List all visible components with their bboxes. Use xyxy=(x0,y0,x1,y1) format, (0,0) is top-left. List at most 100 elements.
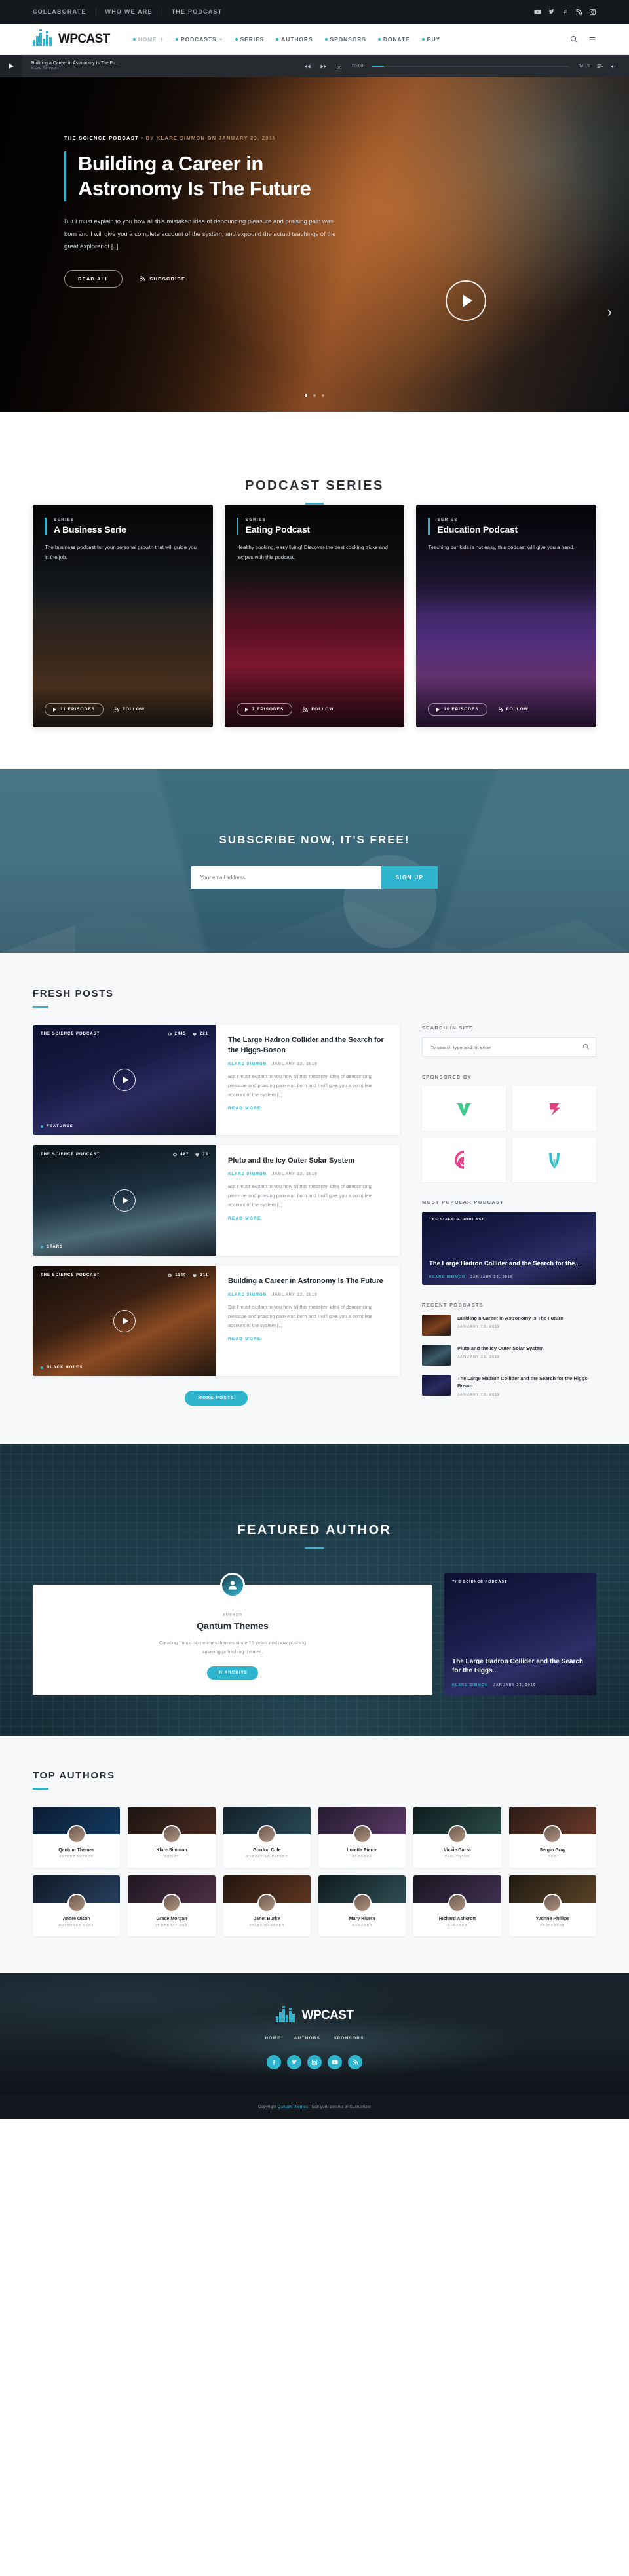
recent-title[interactable]: Building a Career in Astronomy Is The Fu… xyxy=(457,1315,563,1322)
hero-play-button[interactable] xyxy=(446,280,486,321)
series-episodes-button[interactable]: 10 EPISODES xyxy=(428,703,487,716)
hero-dot-1[interactable] xyxy=(305,394,307,397)
author-card[interactable]: Yvonne Phillips PROFESSOR xyxy=(508,1875,596,1936)
post-card[interactable]: THE SCIENCE PODCAST 2445 221 FEATURES Th… xyxy=(33,1025,400,1135)
player-play-button[interactable] xyxy=(0,55,22,77)
rss-icon[interactable] xyxy=(575,8,582,16)
twitter-button[interactable] xyxy=(287,2055,301,2069)
youtube-icon[interactable] xyxy=(534,9,541,16)
read-more-link[interactable]: READ MORE xyxy=(228,1106,261,1111)
recent-title[interactable]: The Large Hadron Collider and the Search… xyxy=(457,1375,596,1390)
subscribe-email-input[interactable] xyxy=(191,866,381,889)
author-card[interactable]: Richard Ashcroft MANAGER xyxy=(413,1875,501,1936)
sponsor-item[interactable] xyxy=(422,1086,506,1131)
post-author[interactable]: KLARE SIMMON xyxy=(228,1172,267,1176)
nav-item-home[interactable]: HOME + xyxy=(127,36,170,43)
youtube-button[interactable] xyxy=(328,2055,342,2069)
instagram-icon[interactable] xyxy=(589,9,596,16)
topbar-link-who-we-are[interactable]: WHO WE ARE xyxy=(96,8,162,16)
post-thumbnail[interactable]: THE SCIENCE PODCAST 2445 221 FEATURES xyxy=(33,1025,216,1135)
copyright-link[interactable]: QantumThemes xyxy=(277,2105,308,2109)
nav-item-buy[interactable]: BUY xyxy=(416,36,447,43)
recent-podcast-item[interactable]: Pluto and the Icy Outer Solar System JAN… xyxy=(422,1345,596,1366)
author-card[interactable]: Grace Morgan IT OPERATIONS xyxy=(128,1875,216,1936)
series-follow-button[interactable]: FOLLOW xyxy=(498,706,529,712)
post-author[interactable]: KLARE SIMMON xyxy=(228,1293,267,1297)
nav-item-authors[interactable]: AUTHORS xyxy=(270,36,318,43)
series-episodes-button[interactable]: 7 EPISODES xyxy=(236,703,293,716)
popular-author[interactable]: KLARE SIMMON xyxy=(429,1275,465,1279)
recent-title[interactable]: Pluto and the Icy Outer Solar System xyxy=(457,1345,544,1352)
post-title[interactable]: Pluto and the Icy Outer Solar System xyxy=(228,1156,388,1166)
post-title[interactable]: Building a Career in Astronomy Is The Fu… xyxy=(228,1277,388,1287)
menu-icon[interactable] xyxy=(588,35,596,43)
post-thumbnail[interactable]: THE SCIENCE PODCAST 1149 311 BLACK HOLES xyxy=(33,1266,216,1376)
playlist-icon[interactable] xyxy=(596,63,603,70)
recent-podcast-item[interactable]: The Large Hadron Collider and the Search… xyxy=(422,1375,596,1397)
author-card[interactable]: Loretta Pierce BLOGGER xyxy=(318,1807,406,1868)
rss-button[interactable] xyxy=(348,2055,362,2069)
author-card[interactable]: Mary Rivera MANAGER xyxy=(318,1875,406,1936)
facebook-icon[interactable] xyxy=(562,9,569,16)
topbar-link-the-podcast[interactable]: THE PODCAST xyxy=(162,8,232,16)
author-card[interactable]: Gordon Cole MARKETING EXPERT xyxy=(223,1807,311,1868)
featured-post-title[interactable]: The Large Hadron Collider and the Search… xyxy=(452,1657,588,1676)
series-episodes-button[interactable]: 11 EPISODES xyxy=(45,703,104,716)
search-input[interactable] xyxy=(422,1037,596,1057)
featured-post-author[interactable]: KLARE SIMMON xyxy=(452,1683,488,1687)
subscribe-signup-button[interactable]: SIGN UP xyxy=(381,866,438,889)
volume-icon[interactable] xyxy=(610,63,617,70)
post-tag[interactable]: BLACK HOLES xyxy=(41,1366,83,1370)
hero-category[interactable]: THE SCIENCE PODCAST xyxy=(64,135,139,141)
footer-link-home[interactable]: HOME xyxy=(265,2036,280,2041)
player-progress-track[interactable] xyxy=(372,66,569,67)
read-all-button[interactable]: READ ALL xyxy=(64,269,123,288)
series-follow-button[interactable]: FOLLOW xyxy=(114,706,145,712)
search-icon[interactable] xyxy=(570,35,578,43)
footer-link-sponsors[interactable]: SPONSORS xyxy=(334,2036,364,2041)
footer-link-authors[interactable]: AUTHORS xyxy=(294,2036,321,2041)
instagram-button[interactable] xyxy=(307,2055,322,2069)
post-play-button[interactable] xyxy=(113,1310,136,1332)
forward-icon[interactable] xyxy=(320,63,327,70)
series-card[interactable]: SERIES Education Podcast Teaching our ki… xyxy=(416,505,597,727)
nav-item-sponsors[interactable]: SPONSORS xyxy=(319,36,372,43)
recent-podcast-item[interactable]: Building a Career in Astronomy Is The Fu… xyxy=(422,1315,596,1336)
nav-item-series[interactable]: SERIES xyxy=(229,36,271,43)
nav-item-podcasts[interactable]: PODCASTS + xyxy=(170,36,229,43)
twitter-icon[interactable] xyxy=(548,9,555,16)
author-card[interactable]: Qantum Themes EXPERT AUTHOR xyxy=(33,1807,121,1868)
topbar-link-collaborate[interactable]: COLLABORATE xyxy=(33,8,96,16)
download-icon[interactable] xyxy=(335,63,343,70)
footer-logo[interactable]: WPCAST xyxy=(0,2006,629,2023)
popular-podcast-card[interactable]: THE SCIENCE PODCAST The Large Hadron Col… xyxy=(422,1212,596,1285)
popular-title[interactable]: The Large Hadron Collider and the Search… xyxy=(429,1259,589,1268)
author-card[interactable]: Vickie Garza SEO, TUTOR xyxy=(413,1807,501,1868)
author-card[interactable]: Andre Olson CUSTOMER CARE xyxy=(33,1875,121,1936)
featured-author-name[interactable]: Qantum Themes xyxy=(48,1621,417,1631)
author-card[interactable]: Klare Simmon ARTIST xyxy=(128,1807,216,1868)
featured-post-card[interactable]: THE SCIENCE PODCAST The Large Hadron Col… xyxy=(444,1572,596,1695)
post-card[interactable]: THE SCIENCE PODCAST 1149 311 BLACK HOLES… xyxy=(33,1266,400,1376)
more-posts-button[interactable]: MORE POSTS xyxy=(185,1391,248,1406)
hero-dot-2[interactable] xyxy=(313,394,316,397)
post-author[interactable]: KLARE SIMMON xyxy=(228,1062,267,1066)
series-card[interactable]: SERIES Eating Podcast Healthy cooking, e… xyxy=(224,505,405,727)
rewind-icon[interactable] xyxy=(304,63,311,70)
sponsor-item[interactable] xyxy=(512,1138,596,1182)
search-icon[interactable] xyxy=(582,1043,590,1050)
post-play-button[interactable] xyxy=(113,1189,136,1212)
post-card[interactable]: THE SCIENCE PODCAST 487 73 STARS Pluto a… xyxy=(33,1145,400,1256)
hero-title[interactable]: Building a Career in Astronomy Is The Fu… xyxy=(78,151,367,201)
featured-author-archive-button[interactable]: IN ARCHIVE xyxy=(206,1666,259,1680)
nav-item-donate[interactable]: DONATE xyxy=(372,36,416,43)
post-tag[interactable]: STARS xyxy=(41,1245,63,1249)
hero-dot-3[interactable] xyxy=(322,394,324,397)
read-more-link[interactable]: READ MORE xyxy=(228,1337,261,1341)
sponsor-item[interactable] xyxy=(512,1086,596,1131)
post-play-button[interactable] xyxy=(113,1069,136,1091)
post-tag[interactable]: FEATURES xyxy=(41,1125,73,1128)
author-card[interactable]: Sergio Gray SEO xyxy=(508,1807,596,1868)
author-card[interactable]: Janet Burke SALES MANAGER xyxy=(223,1875,311,1936)
series-follow-button[interactable]: FOLLOW xyxy=(303,706,334,712)
